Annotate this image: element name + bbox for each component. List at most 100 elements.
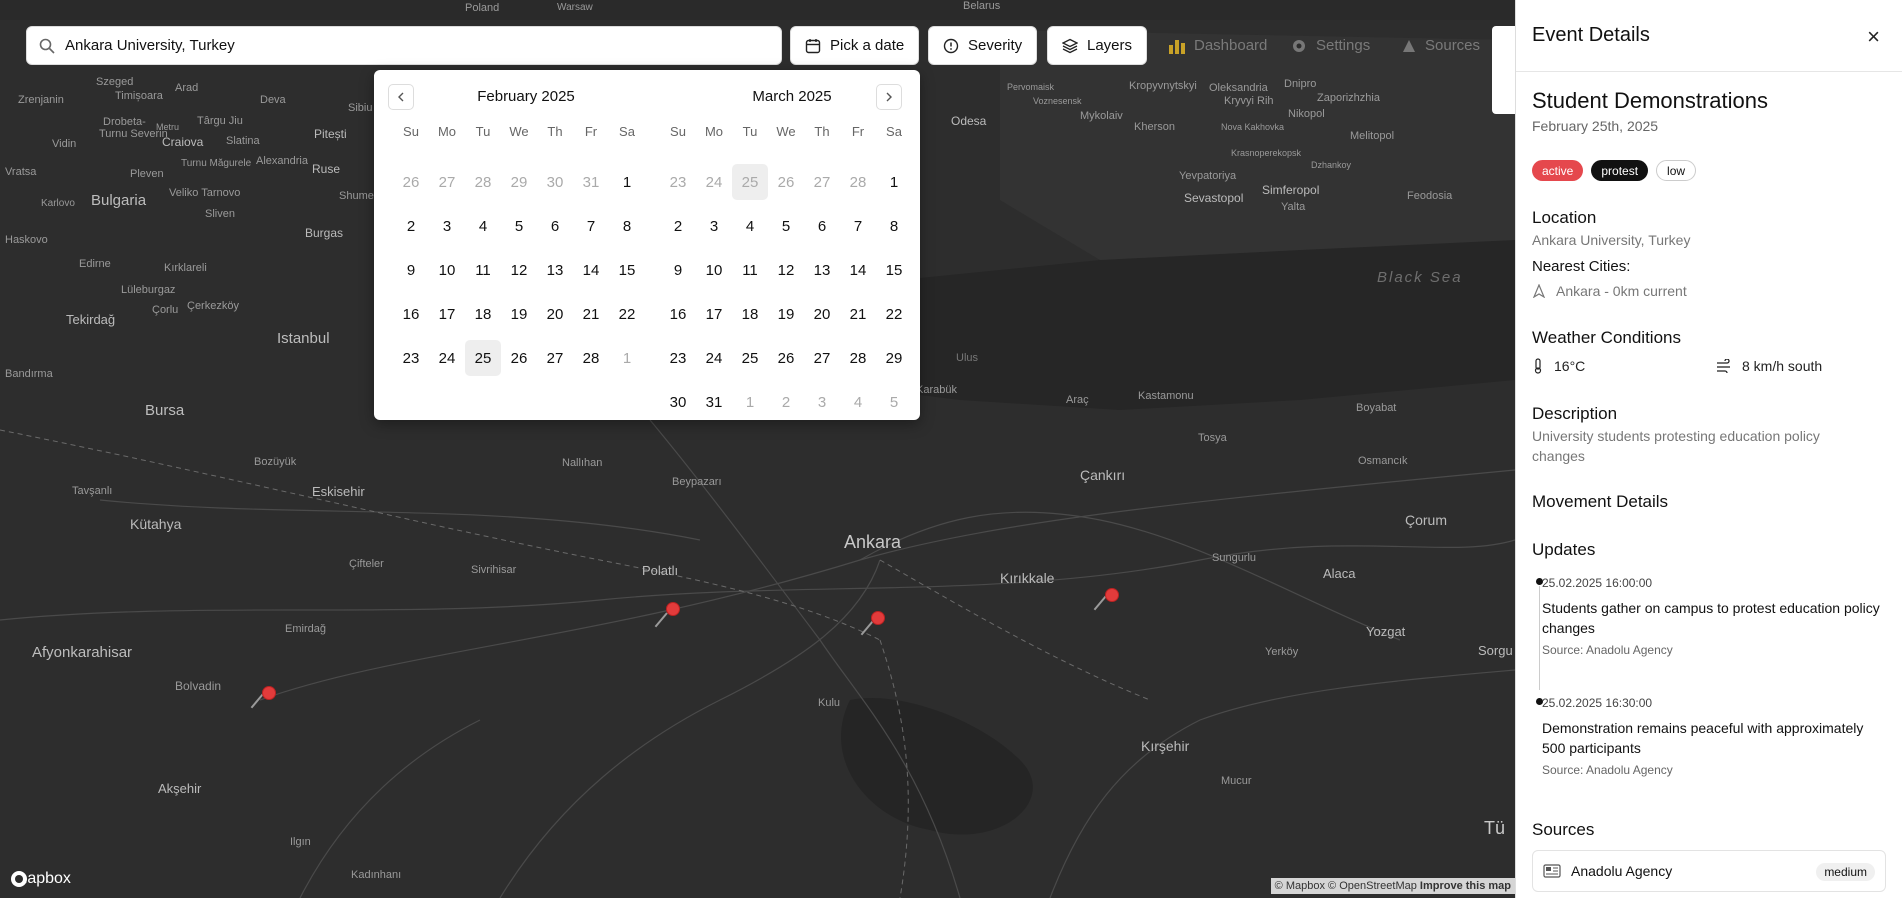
calendar-day[interactable]: 2 [660,208,696,244]
calendar-day[interactable]: 12 [768,252,804,288]
calendar-day[interactable]: 3 [429,208,465,244]
calendar-day[interactable]: 20 [804,296,840,332]
map-event-pin[interactable] [1105,588,1119,602]
calendar-day[interactable]: 1 [732,384,768,420]
calendar-day[interactable]: 2 [393,208,429,244]
source-card[interactable]: Anadolu Agency medium [1532,850,1886,892]
calendar-day[interactable]: 28 [465,164,501,200]
calendar-day[interactable]: 26 [768,340,804,376]
calendar-day[interactable]: 25 [732,164,768,200]
calendar-day[interactable]: 16 [660,296,696,332]
calendar-day[interactable]: 31 [696,384,732,420]
calendar-day[interactable]: 13 [537,252,573,288]
calendar-day[interactable]: 12 [501,252,537,288]
calendar-day[interactable]: 21 [573,296,609,332]
calendar-day[interactable]: 4 [732,208,768,244]
search-field[interactable]: Ankara University, Turkey [26,26,782,65]
pick-date-button[interactable]: Pick a date [790,26,920,65]
calendar-day[interactable]: 15 [609,252,645,288]
calendar-day[interactable]: 26 [768,164,804,200]
calendar-day[interactable]: 31 [573,164,609,200]
calendar-day[interactable]: 3 [696,208,732,244]
type-badge: protest [1591,160,1649,181]
calendar-day[interactable]: 19 [501,296,537,332]
prev-month-button[interactable] [388,84,414,110]
calendar-day[interactable]: 6 [537,208,573,244]
calendar-day[interactable]: 7 [573,208,609,244]
update-text: Demonstration remains peaceful with appr… [1542,720,1864,756]
calendar-day[interactable]: 3 [804,384,840,420]
map-event-pin[interactable] [666,602,680,616]
calendar-day[interactable]: 8 [876,208,912,244]
improve-map-link[interactable]: Improve this map [1420,880,1511,892]
calendar-day[interactable]: 6 [804,208,840,244]
calendar-day[interactable]: 13 [804,252,840,288]
calendar-day[interactable]: 24 [696,164,732,200]
calendar-day[interactable]: 10 [429,252,465,288]
attribution-mapbox[interactable]: © Mapbox [1275,880,1325,892]
settings-button[interactable]: Settings [1290,26,1370,65]
calendar-day[interactable]: 28 [840,164,876,200]
calendar-day[interactable]: 11 [732,252,768,288]
calendar-day[interactable]: 17 [696,296,732,332]
calendar-day[interactable]: 26 [393,164,429,200]
close-icon[interactable]: × [1867,24,1880,50]
calendar-day[interactable]: 14 [573,252,609,288]
layers-button[interactable]: Layers [1047,26,1148,65]
attribution-osm[interactable]: © OpenStreetMap [1328,880,1417,892]
calendar-day[interactable]: 16 [393,296,429,332]
calendar-day[interactable]: 18 [732,296,768,332]
weekday-label: Su [670,124,686,139]
calendar-day[interactable]: 22 [876,296,912,332]
calendar-day[interactable]: 27 [537,340,573,376]
search-input[interactable]: Ankara University, Turkey [65,37,235,54]
calendar-day[interactable]: 4 [465,208,501,244]
mapbox-logo[interactable]: mapbox [10,870,71,888]
calendar-day[interactable]: 21 [840,296,876,332]
calendar-day[interactable]: 23 [660,340,696,376]
calendar-day[interactable]: 24 [696,340,732,376]
calendar-day[interactable]: 23 [393,340,429,376]
calendar-day[interactable]: 1 [609,164,645,200]
calendar-day[interactable]: 20 [537,296,573,332]
calendar-day[interactable]: 18 [465,296,501,332]
calendar-day[interactable]: 1 [609,340,645,376]
calendar-day[interactable]: 28 [573,340,609,376]
calendar-day[interactable]: 7 [840,208,876,244]
calendar-day[interactable]: 27 [804,164,840,200]
calendar-day[interactable]: 5 [501,208,537,244]
calendar-day[interactable]: 17 [429,296,465,332]
calendar-day[interactable]: 5 [768,208,804,244]
calendar-day[interactable]: 26 [501,340,537,376]
calendar-day[interactable]: 23 [660,164,696,200]
calendar-day[interactable]: 9 [393,252,429,288]
calendar-day[interactable]: 30 [537,164,573,200]
calendar-day[interactable]: 8 [609,208,645,244]
calendar-day[interactable]: 19 [768,296,804,332]
calendar-day[interactable]: 4 [840,384,876,420]
calendar-day[interactable]: 25 [465,340,501,376]
calendar-day[interactable]: 14 [840,252,876,288]
calendar-day[interactable]: 10 [696,252,732,288]
calendar-day[interactable]: 5 [876,384,912,420]
calendar-day[interactable]: 11 [465,252,501,288]
calendar-day[interactable]: 27 [429,164,465,200]
bar-chart-icon [1169,39,1185,54]
severity-button[interactable]: Severity [928,26,1038,65]
calendar-day[interactable]: 28 [840,340,876,376]
calendar-day[interactable]: 25 [732,340,768,376]
calendar-day[interactable]: 29 [876,340,912,376]
dashboard-button[interactable]: Dashboard [1168,26,1267,65]
calendar-day[interactable]: 22 [609,296,645,332]
map-event-pin[interactable] [871,611,885,625]
calendar-day[interactable]: 29 [501,164,537,200]
calendar-day[interactable]: 27 [804,340,840,376]
map-event-pin[interactable] [262,686,276,700]
calendar-day[interactable]: 9 [660,252,696,288]
calendar-day[interactable]: 15 [876,252,912,288]
sources-button[interactable]: Sources [1401,26,1480,65]
calendar-day[interactable]: 2 [768,384,804,420]
calendar-day[interactable]: 30 [660,384,696,420]
calendar-day[interactable]: 24 [429,340,465,376]
calendar-day[interactable]: 1 [876,164,912,200]
